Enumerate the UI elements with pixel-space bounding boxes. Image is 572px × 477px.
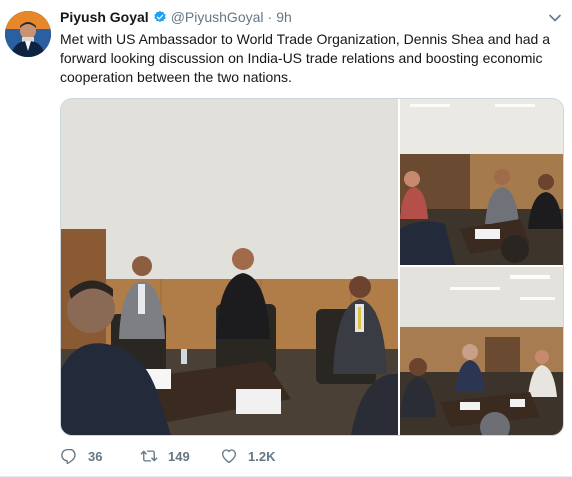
- tweet-actions: 36 149 1.2K: [60, 447, 300, 465]
- meeting-photo-bottom-right[interactable]: [400, 267, 563, 435]
- avatar[interactable]: [5, 11, 51, 57]
- retweet-button[interactable]: 149: [140, 447, 220, 465]
- heart-icon: [221, 449, 237, 464]
- handle[interactable]: @PiyushGoyal: [171, 9, 264, 25]
- display-name[interactable]: Piyush Goyal: [60, 9, 149, 25]
- meeting-photo-top-right[interactable]: [400, 99, 563, 265]
- timestamp[interactable]: 9h: [276, 9, 292, 25]
- tweet-header: Piyush Goyal @PiyushGoyal · 9h: [60, 9, 292, 25]
- tweet-text: Met with US Ambassador to World Trade Or…: [60, 31, 551, 85]
- meeting-photo-main[interactable]: [61, 99, 398, 435]
- like-count: 1.2K: [248, 448, 276, 464]
- retweet-count: 149: [168, 448, 190, 464]
- reply-icon: [61, 448, 76, 465]
- retweet-icon: [140, 450, 158, 462]
- verified-badge-icon: [153, 10, 167, 24]
- tweet[interactable]: Piyush Goyal @PiyushGoyal · 9h Met with …: [0, 0, 572, 477]
- like-button[interactable]: 1.2K: [220, 447, 300, 465]
- chevron-down-icon[interactable]: [548, 11, 562, 25]
- reply-count: 36: [88, 448, 103, 464]
- separator-dot: ·: [267, 9, 273, 25]
- reply-button[interactable]: 36: [60, 447, 140, 465]
- media-grid: [60, 98, 564, 436]
